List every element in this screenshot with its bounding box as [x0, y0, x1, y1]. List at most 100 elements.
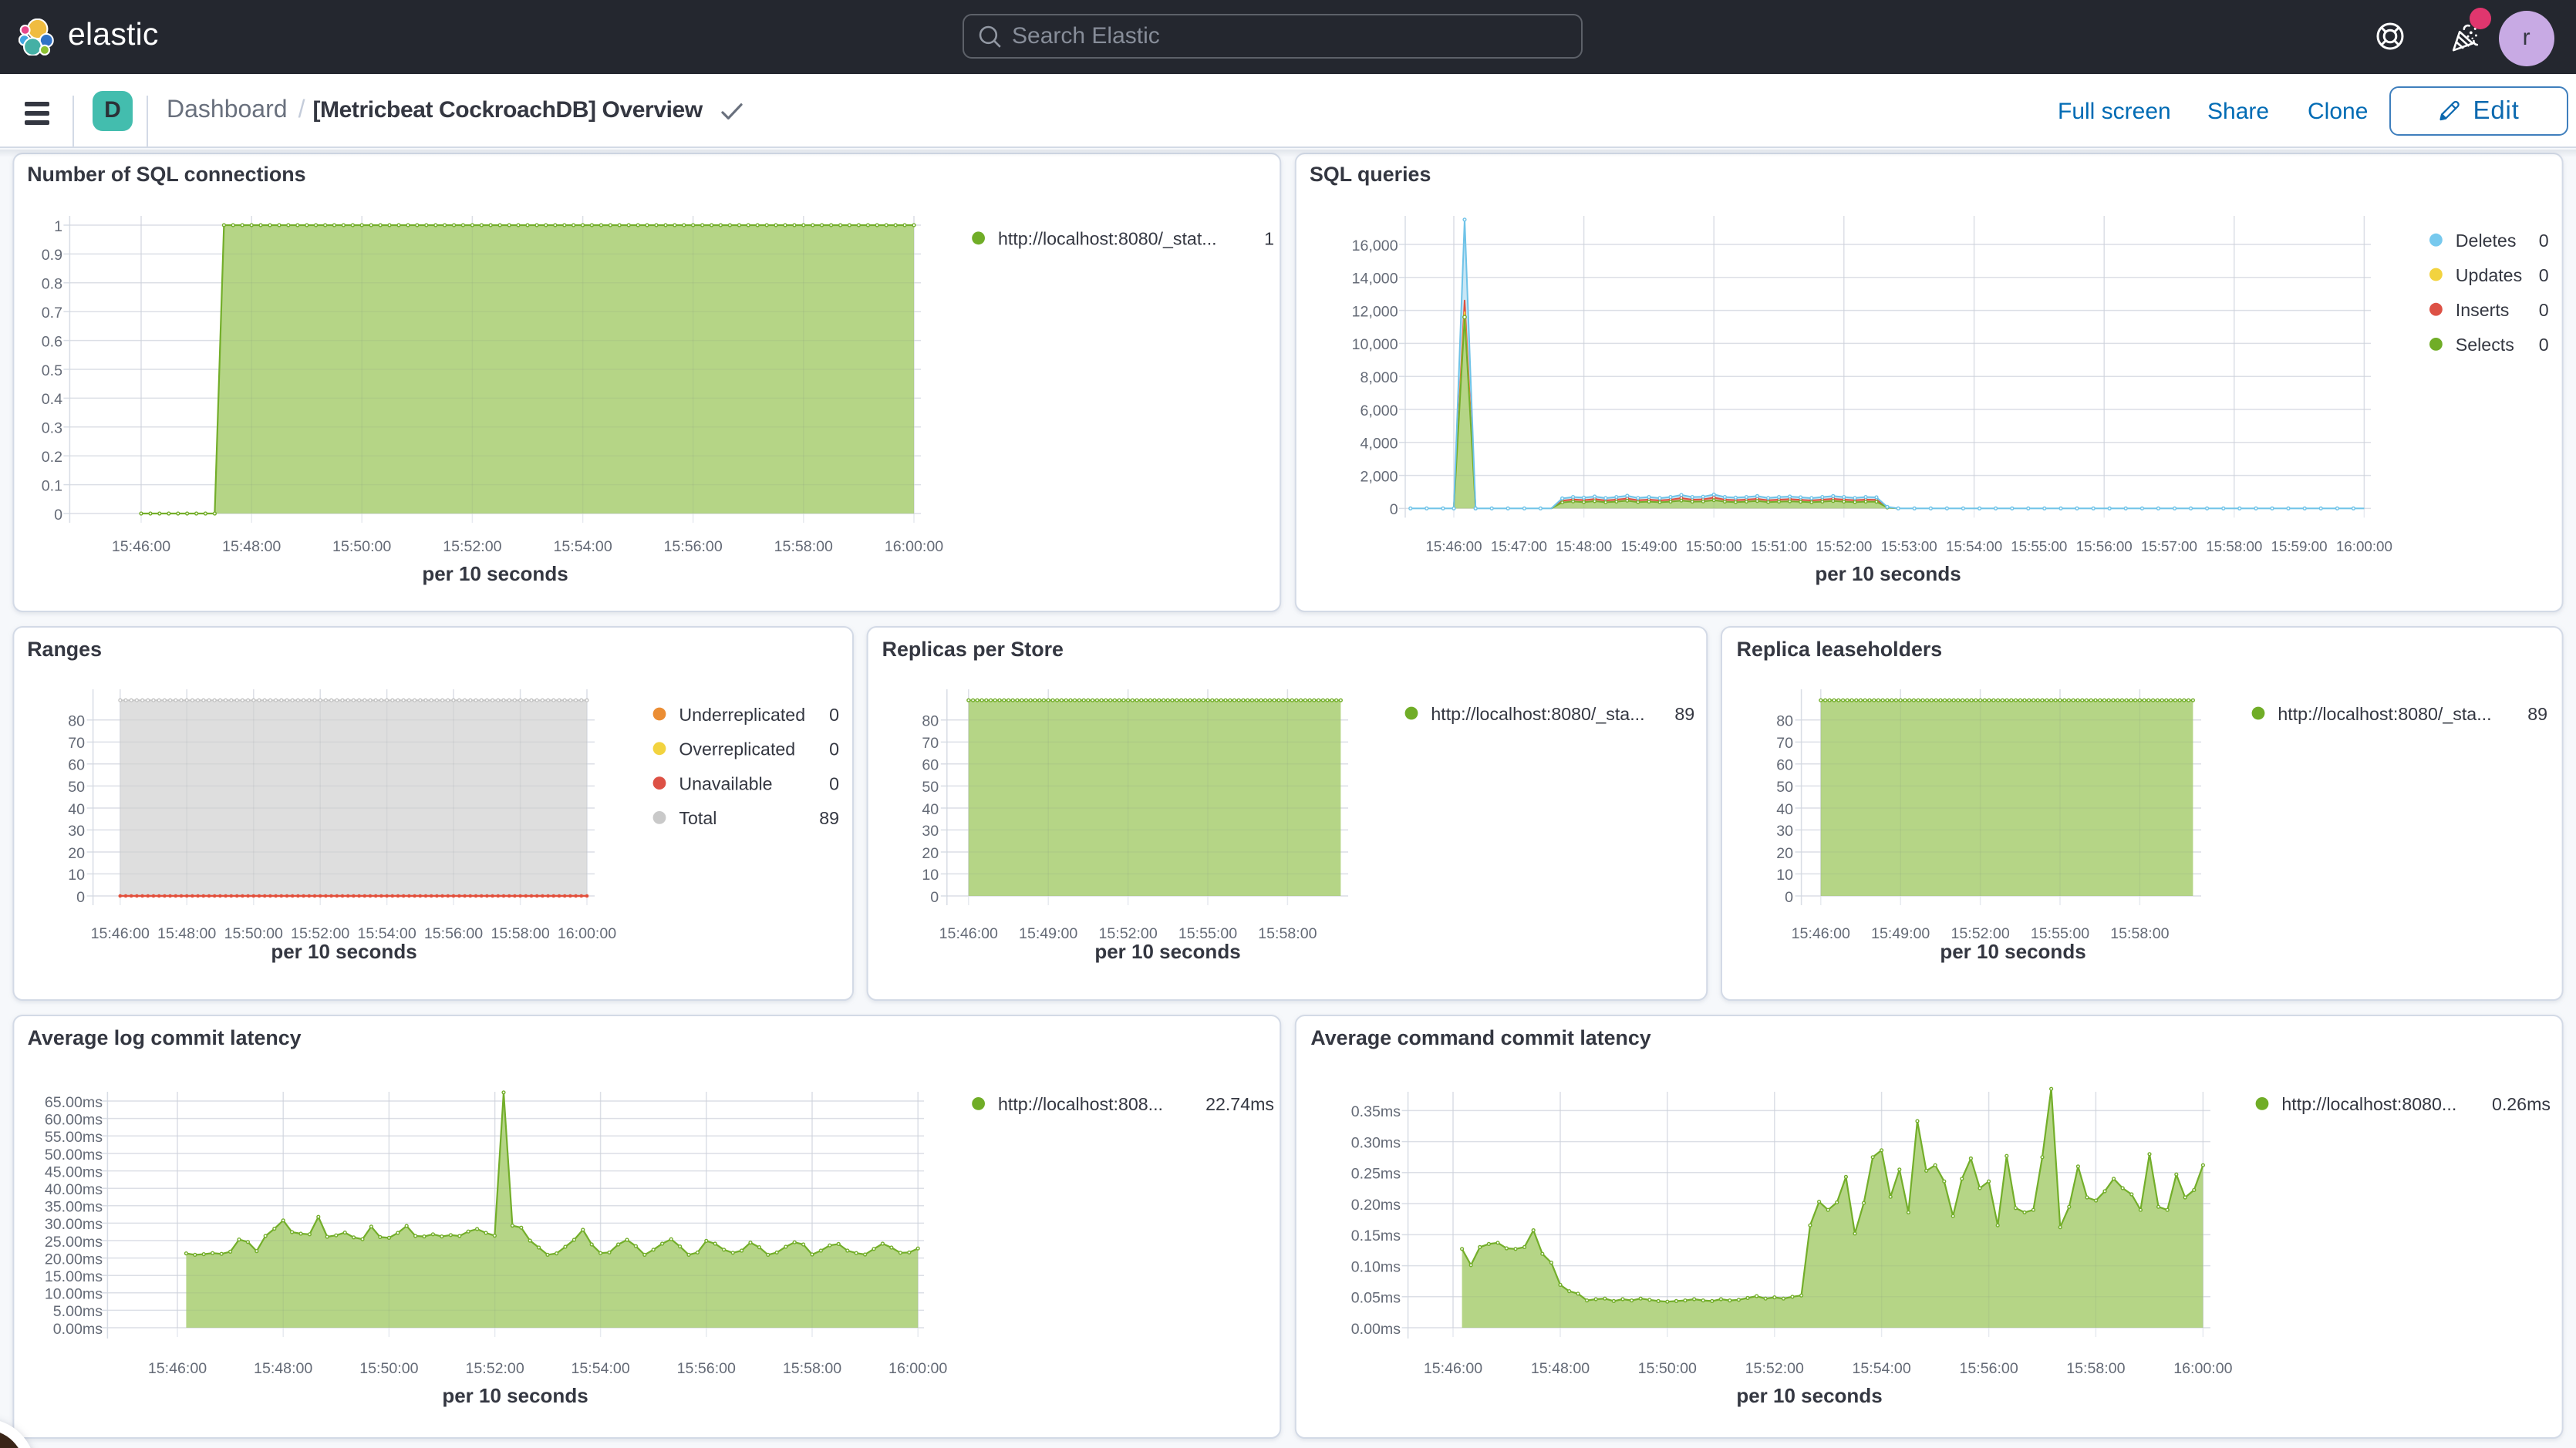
svg-text:0.4: 0.4 [42, 391, 62, 408]
svg-text:22.74ms: 22.74ms [1205, 1094, 1274, 1114]
svg-text:0.9: 0.9 [42, 247, 62, 264]
svg-text:15:58:00: 15:58:00 [1258, 925, 1317, 942]
svg-text:16:00:00: 16:00:00 [2336, 538, 2392, 554]
svg-text:per 10 seconds: per 10 seconds [1815, 562, 1961, 585]
svg-text:1: 1 [1264, 229, 1274, 249]
svg-text:5.00ms: 5.00ms [53, 1303, 103, 1320]
svg-text:15:47:00: 15:47:00 [1491, 538, 1547, 554]
svg-text:Average command commit latency: Average command commit latency [1310, 1026, 1650, 1049]
svg-text:15:46:00: 15:46:00 [1425, 538, 1482, 554]
svg-text:14,000: 14,000 [1352, 271, 1398, 288]
svg-text:6,000: 6,000 [1360, 402, 1398, 419]
svg-text:8,000: 8,000 [1360, 369, 1398, 386]
svg-text:15:49:00: 15:49:00 [1620, 538, 1677, 554]
svg-text:15:56:00: 15:56:00 [2076, 538, 2133, 554]
svg-text:45.00ms: 45.00ms [45, 1163, 103, 1180]
svg-text:15:54:00: 15:54:00 [1852, 1360, 1910, 1377]
svg-text:http://localhost:808...: http://localhost:808... [998, 1094, 1163, 1114]
svg-text:15:52:00: 15:52:00 [1816, 538, 1872, 554]
svg-text:89: 89 [2527, 704, 2547, 724]
svg-text:89: 89 [819, 808, 839, 828]
svg-text:55.00ms: 55.00ms [45, 1129, 103, 1146]
svg-text:70: 70 [1776, 735, 1793, 752]
svg-text:0.35ms: 0.35ms [1351, 1103, 1401, 1120]
svg-text:0.6: 0.6 [42, 333, 62, 350]
svg-text:89: 89 [1674, 704, 1694, 724]
svg-text:http://localhost:8080/_stat...: http://localhost:8080/_stat... [998, 229, 1217, 249]
svg-text:SQL queries: SQL queries [1310, 163, 1431, 186]
svg-text:60: 60 [68, 757, 85, 774]
svg-text:http://localhost:8080/_sta...: http://localhost:8080/_sta... [2278, 704, 2491, 724]
svg-text:0.05ms: 0.05ms [1351, 1290, 1401, 1307]
svg-text:15:49:00: 15:49:00 [1871, 925, 1930, 942]
svg-text:0.00ms: 0.00ms [53, 1321, 103, 1338]
svg-text:10,000: 10,000 [1352, 336, 1398, 353]
svg-text:0.20ms: 0.20ms [1351, 1197, 1401, 1214]
svg-text:15.00ms: 15.00ms [45, 1268, 103, 1285]
svg-text:15:50:00: 15:50:00 [332, 538, 391, 555]
svg-text:16:00:00: 16:00:00 [558, 925, 616, 942]
svg-text:0: 0 [2539, 335, 2549, 355]
svg-text:per 10 seconds: per 10 seconds [442, 1384, 588, 1407]
svg-text:20.00ms: 20.00ms [45, 1251, 103, 1268]
svg-text:15:56:00: 15:56:00 [1959, 1360, 2018, 1377]
svg-text:16:00:00: 16:00:00 [888, 1360, 947, 1377]
svg-text:15:59:00: 15:59:00 [2271, 538, 2327, 554]
svg-text:15:48:00: 15:48:00 [1531, 1360, 1590, 1377]
svg-text:http://localhost:8080/_sta...: http://localhost:8080/_sta... [1431, 704, 1644, 724]
svg-text:15:57:00: 15:57:00 [2141, 538, 2197, 554]
svg-text:15:52:00: 15:52:00 [465, 1360, 524, 1377]
svg-text:15:58:00: 15:58:00 [2206, 538, 2262, 554]
svg-text:80: 80 [922, 713, 939, 730]
svg-text:0.1: 0.1 [42, 477, 62, 494]
svg-text:per 10 seconds: per 10 seconds [1094, 940, 1240, 963]
svg-text:Average log commit latency: Average log commit latency [28, 1026, 302, 1049]
svg-text:40: 40 [922, 801, 939, 818]
svg-text:0.26ms: 0.26ms [2492, 1094, 2551, 1114]
svg-text:0.2: 0.2 [42, 449, 62, 466]
svg-text:15:56:00: 15:56:00 [424, 925, 483, 942]
svg-text:15:46:00: 15:46:00 [148, 1360, 207, 1377]
svg-text:0: 0 [829, 705, 839, 725]
svg-text:0.30ms: 0.30ms [1351, 1134, 1401, 1151]
svg-text:15:58:00: 15:58:00 [783, 1360, 841, 1377]
svg-text:0.25ms: 0.25ms [1351, 1166, 1401, 1183]
svg-text:15:52:00: 15:52:00 [1745, 1360, 1804, 1377]
svg-text:15:48:00: 15:48:00 [157, 925, 216, 942]
svg-text:60.00ms: 60.00ms [45, 1111, 103, 1128]
svg-text:60: 60 [922, 757, 939, 774]
svg-text:0.5: 0.5 [42, 362, 62, 379]
svg-text:15:58:00: 15:58:00 [774, 538, 833, 555]
svg-text:0.10ms: 0.10ms [1351, 1258, 1401, 1275]
svg-text:Replica leaseholders: Replica leaseholders [1737, 638, 1943, 661]
svg-text:15:50:00: 15:50:00 [1686, 538, 1742, 554]
svg-text:15:58:00: 15:58:00 [2110, 925, 2169, 942]
svg-text:Ranges: Ranges [27, 638, 102, 661]
svg-text:15:58:00: 15:58:00 [2066, 1360, 2125, 1377]
svg-text:15:46:00: 15:46:00 [91, 925, 150, 942]
svg-text:Number of SQL connections: Number of SQL connections [27, 163, 305, 186]
svg-text:15:48:00: 15:48:00 [222, 538, 281, 555]
svg-text:50: 50 [1776, 779, 1793, 796]
svg-text:Total: Total [679, 808, 716, 828]
svg-text:16:00:00: 16:00:00 [2173, 1360, 2232, 1377]
svg-text:15:54:00: 15:54:00 [553, 538, 612, 555]
svg-text:0: 0 [930, 889, 939, 906]
svg-text:Deletes: Deletes [2456, 231, 2517, 251]
svg-text:20: 20 [922, 845, 939, 862]
svg-text:http://localhost:8080...: http://localhost:8080... [2281, 1094, 2456, 1114]
svg-text:50: 50 [922, 779, 939, 796]
svg-text:0.15ms: 0.15ms [1351, 1227, 1401, 1244]
svg-text:Selects: Selects [2456, 335, 2514, 355]
svg-text:30: 30 [922, 823, 939, 840]
svg-text:1: 1 [54, 218, 62, 235]
svg-text:4,000: 4,000 [1360, 436, 1398, 453]
svg-text:10: 10 [922, 867, 939, 884]
svg-text:15:46:00: 15:46:00 [112, 538, 170, 555]
svg-text:per 10 seconds: per 10 seconds [271, 940, 416, 963]
svg-text:60: 60 [1776, 757, 1793, 774]
svg-text:15:56:00: 15:56:00 [663, 538, 722, 555]
svg-text:15:51:00: 15:51:00 [1751, 538, 1807, 554]
svg-text:per 10 seconds: per 10 seconds [422, 562, 568, 585]
svg-text:0: 0 [2539, 231, 2549, 251]
